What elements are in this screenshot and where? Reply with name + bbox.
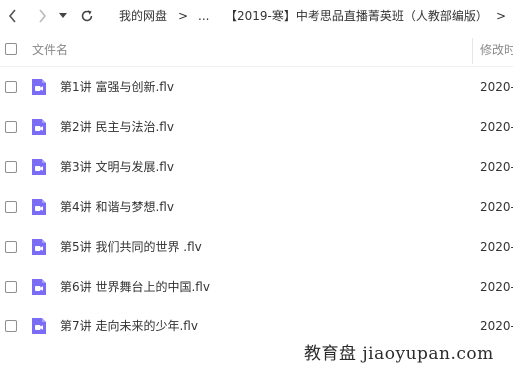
video-file-icon (32, 119, 46, 135)
breadcrumb-more[interactable]: > (496, 8, 506, 24)
file-modified-date: 2020- (480, 80, 513, 94)
chevron-right-icon (39, 9, 47, 23)
file-name[interactable]: 第7讲 走向未来的少年.flv (60, 318, 198, 334)
file-modified-date: 2020- (480, 319, 513, 333)
breadcrumb-ellipsis[interactable]: ... (198, 8, 209, 24)
file-row[interactable]: 第2讲 民主与法治.flv 2020- (0, 107, 513, 147)
file-checkbox[interactable] (5, 121, 17, 133)
file-row[interactable]: 第1讲 富强与创新.flv 2020- (0, 67, 513, 107)
video-file-icon (32, 318, 46, 334)
chevron-left-icon (8, 9, 16, 23)
video-file-icon (32, 279, 46, 295)
file-name[interactable]: 第5讲 我们共同的世界 .flv (60, 239, 202, 255)
file-name[interactable]: 第1讲 富强与创新.flv (60, 79, 174, 95)
column-header-name[interactable]: 文件名 (32, 42, 68, 58)
breadcrumb-current[interactable]: 【2019-寒】中考思品直播菁英班（人教部编版） (225, 8, 488, 24)
file-checkbox[interactable] (5, 201, 17, 213)
file-row[interactable]: 第4讲 和谐与梦想.flv 2020- (0, 187, 513, 227)
file-modified-date: 2020- (480, 240, 513, 254)
file-name[interactable]: 第4讲 和谐与梦想.flv (60, 199, 174, 215)
file-checkbox[interactable] (5, 281, 17, 293)
history-dropdown-button[interactable] (56, 6, 70, 26)
file-row[interactable]: 第5讲 我们共同的世界 .flv 2020- (0, 227, 513, 267)
forward-button[interactable] (32, 6, 52, 26)
column-header-modified[interactable]: 修改时 (480, 42, 513, 58)
file-row[interactable]: 第7讲 走向未来的少年.flv 2020- (0, 306, 513, 346)
file-row[interactable]: 第3讲 文明与发展.flv 2020- (0, 147, 513, 187)
video-file-icon (32, 239, 46, 255)
file-name[interactable]: 第2讲 民主与法治.flv (60, 119, 174, 135)
video-file-icon (32, 159, 46, 175)
file-checkbox[interactable] (5, 81, 17, 93)
refresh-icon (81, 10, 93, 22)
file-checkbox[interactable] (5, 241, 17, 253)
file-name[interactable]: 第6讲 世界舞台上的中国.flv (60, 279, 210, 295)
file-modified-date: 2020- (480, 200, 513, 214)
column-divider[interactable] (472, 38, 473, 64)
video-file-icon (32, 199, 46, 215)
file-modified-date: 2020- (480, 160, 513, 174)
file-checkbox[interactable] (5, 320, 17, 332)
breadcrumb-separator: > (178, 9, 189, 23)
refresh-button[interactable] (77, 6, 97, 26)
caret-down-icon (59, 13, 67, 18)
file-modified-date: 2020- (480, 120, 513, 134)
navigation-bar: 我的网盘 > ... 【2019-寒】中考思品直播菁英班（人教部编版） > (0, 0, 513, 32)
file-modified-date: 2020- (480, 280, 513, 294)
select-all-checkbox[interactable] (5, 43, 17, 55)
video-file-icon (32, 79, 46, 95)
file-list-header (0, 34, 513, 66)
file-row[interactable]: 第6讲 世界舞台上的中国.flv 2020- (0, 267, 513, 307)
file-checkbox[interactable] (5, 161, 17, 173)
breadcrumb-root[interactable]: 我的网盘 (119, 8, 167, 24)
back-button[interactable] (3, 6, 23, 26)
file-name[interactable]: 第3讲 文明与发展.flv (60, 159, 174, 175)
watermark-text: 教育盘 jiaoyupan.com (304, 344, 494, 364)
